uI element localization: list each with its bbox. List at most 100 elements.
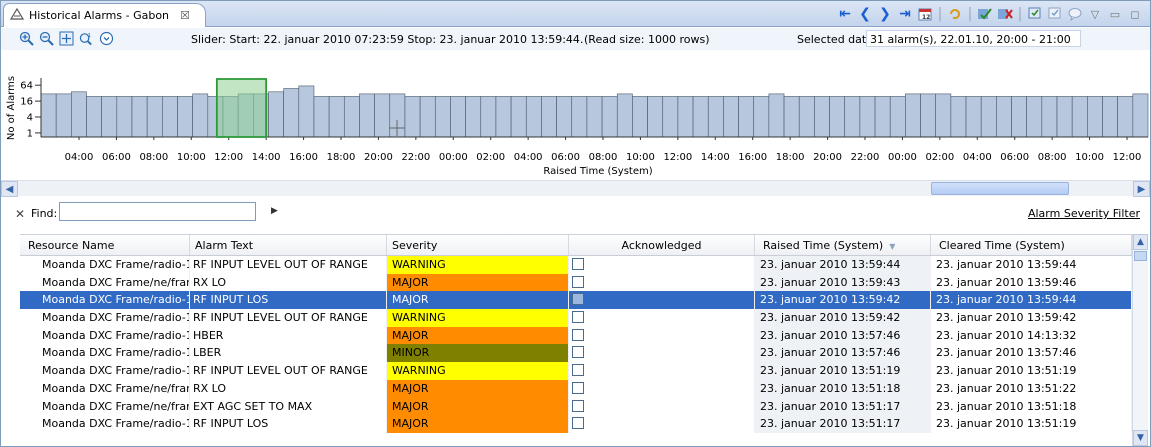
table-row[interactable]: Moanda DXC Frame/radio-1....RF INPUT LEV…: [20, 362, 1132, 380]
cell-acknowledged: [569, 397, 755, 416]
view-menu-icon[interactable]: ▽: [1086, 5, 1104, 23]
zoom-out-icon[interactable]: [39, 31, 54, 46]
comment-edit-icon[interactable]: [1046, 5, 1064, 23]
table-row[interactable]: Moanda DXC Frame/radio-1....RF INPUT LOS…: [20, 291, 1132, 310]
cell-alarm-text: RF INPUT LOS: [190, 291, 387, 310]
unacknowledge-icon[interactable]: [996, 5, 1014, 23]
close-tab-icon[interactable]: ☒: [180, 9, 190, 22]
alarm-severity-filter-link[interactable]: Alarm Severity Filter: [1028, 207, 1140, 220]
histogram-bar: [829, 96, 846, 138]
table-row[interactable]: Moanda DXC Frame/radio-1....RF INPUT LEV…: [20, 256, 1132, 274]
cell-resource-name: Moanda DXC Frame/radio-1....: [20, 291, 190, 310]
cell-severity: WARNING: [387, 362, 569, 380]
scroll-up-button[interactable]: ▲: [1133, 234, 1148, 250]
find-bar: ✕ Find: ▶ Alarm Severity Filter: [1, 198, 1150, 228]
histogram-bar: [328, 96, 345, 138]
close-find-icon[interactable]: ✕: [15, 207, 25, 221]
column-header-resource-name[interactable]: Resource Name: [20, 235, 190, 255]
acknowledged-checkbox[interactable]: [572, 311, 584, 324]
column-header-raised-time-label: Raised Time (System): [763, 239, 884, 252]
table-row[interactable]: Moanda DXC Frame/radio-1....LBERMINOR 23.…: [20, 344, 1132, 363]
table-row[interactable]: Moanda DXC Frame/ne/fram...EXT AGC SET T…: [20, 397, 1132, 416]
column-header-severity[interactable]: Severity: [387, 235, 569, 255]
acknowledged-checkbox[interactable]: [572, 346, 584, 359]
histogram-bar: [586, 96, 603, 138]
column-header-cleared-time[interactable]: Cleared Time (System): [931, 235, 1132, 255]
acknowledged-checkbox[interactable]: [572, 328, 584, 341]
scroll-right-button[interactable]: ▶: [1133, 181, 1150, 197]
column-header-acknowledged[interactable]: Acknowledged: [569, 235, 755, 255]
x-tick-label: 18:00: [776, 152, 805, 163]
cell-cleared-time: 23. januar 2010 14:13:32: [931, 326, 1132, 345]
table-row[interactable]: Moanda DXC Frame/radio-1....RF INPUT LOS…: [20, 415, 1132, 433]
histogram-bar: [1026, 96, 1043, 138]
cell-alarm-text: LBER: [190, 344, 387, 363]
sort-descending-icon: ▼: [889, 242, 896, 251]
histogram-bar: [1087, 96, 1103, 138]
zoom-fit-icon[interactable]: [59, 31, 74, 46]
acknowledged-checkbox[interactable]: [572, 275, 584, 288]
previous-icon[interactable]: ❮: [856, 5, 874, 23]
refresh-icon[interactable]: [946, 5, 964, 23]
scroll-thumb[interactable]: [931, 182, 1069, 195]
acknowledge-icon[interactable]: [976, 5, 994, 23]
histogram-bar: [1102, 96, 1118, 138]
table-row[interactable]: Moanda DXC Frame/radio-1....HBERMAJOR 23.…: [20, 326, 1132, 345]
cell-alarm-text: RF INPUT LEVEL OUT OF RANGE: [190, 362, 387, 380]
selected-data-field: 31 alarm(s), 22.01.10, 20:00 - 21:00: [866, 30, 1081, 47]
tab-historical-alarms[interactable]: Historical Alarms - Gabon ☒: [3, 3, 206, 27]
acknowledged-checkbox[interactable]: [572, 258, 584, 270]
histogram-bar: [1117, 96, 1134, 138]
histogram-bar: [131, 96, 148, 138]
minimize-icon[interactable]: ▭: [1106, 5, 1124, 23]
column-header-alarm-text[interactable]: Alarm Text: [190, 235, 387, 255]
column-header-raised-time[interactable]: Raised Time (System) ▼: [755, 235, 931, 255]
last-icon[interactable]: ⇥: [896, 5, 914, 23]
maximize-icon[interactable]: ◻: [1126, 5, 1144, 23]
table-row[interactable]: Moanda DXC Frame/radio-1....RF INPUT LEV…: [20, 309, 1132, 327]
tab-title: Historical Alarms - Gabon: [29, 9, 170, 22]
histogram-bar: [677, 96, 694, 138]
cell-cleared-time: 23. januar 2010 13:51:22: [931, 379, 1132, 398]
historical-alarms-view: Historical Alarms - Gabon ☒ ⇤ ❮ ❯ ⇥ 12 |…: [0, 0, 1151, 447]
balloon-icon[interactable]: [1066, 5, 1084, 23]
zoom-in-icon[interactable]: [19, 31, 34, 46]
table-row[interactable]: Moanda DXC Frame/ne/fram...RX LOMAJOR 23.…: [20, 379, 1132, 398]
chart-horizontal-scrollbar[interactable]: ◀ ▶: [1, 180, 1150, 197]
table-scroll-thumb[interactable]: [1134, 251, 1147, 261]
histogram-bar: [86, 96, 102, 138]
cell-raised-time: 23. januar 2010 13:59:42: [755, 309, 931, 327]
table-vertical-scrollbar[interactable]: ▲ ▼: [1132, 234, 1148, 446]
chart-options-icon[interactable]: [99, 31, 114, 46]
calendar-icon[interactable]: 12: [916, 5, 934, 23]
find-next-icon[interactable]: ▶: [271, 206, 278, 216]
acknowledged-checkbox[interactable]: [572, 293, 584, 306]
table-row[interactable]: Moanda DXC Frame/ne/fram...RX LOMAJOR 23.…: [20, 273, 1132, 292]
acknowledged-checkbox[interactable]: [572, 381, 584, 394]
cell-raised-time: 23. januar 2010 13:51:17: [755, 397, 931, 416]
first-icon[interactable]: ⇤: [836, 5, 854, 23]
acknowledged-checkbox[interactable]: [572, 417, 584, 430]
histogram-bar: [480, 96, 497, 138]
acknowledged-checkbox[interactable]: [572, 364, 584, 377]
alarm-bell-icon: [9, 7, 25, 23]
histogram-bar: [738, 96, 755, 138]
zoom-reset-icon[interactable]: 1: [79, 31, 94, 46]
comment-icon[interactable]: [1026, 5, 1044, 23]
histogram-svg[interactable]: No of Alarms 64 16 4 1 04:00 06:00 08:00 10:00 12…: [1, 50, 1150, 178]
scroll-down-button[interactable]: ▼: [1133, 430, 1148, 446]
x-tick-label: 10:00: [1075, 152, 1104, 163]
histogram-bar: [692, 96, 709, 138]
cell-alarm-text: RF INPUT LEVEL OUT OF RANGE: [190, 309, 387, 327]
histogram-bar: [935, 93, 952, 138]
cell-resource-name: Moanda DXC Frame/radio-1....: [20, 344, 190, 363]
alarm-histogram[interactable]: No of Alarms 64 16 4 1 04:00 06:00 08:00 10:00 12…: [1, 50, 1150, 178]
acknowledged-checkbox[interactable]: [572, 399, 584, 412]
histogram-bar: [965, 96, 982, 138]
x-tick-label: 04:00: [963, 152, 992, 163]
histogram-bar: [374, 93, 391, 138]
next-icon[interactable]: ❯: [876, 5, 894, 23]
histogram-bar: [601, 96, 618, 138]
scroll-left-button[interactable]: ◀: [1, 181, 18, 197]
find-input[interactable]: [59, 202, 256, 221]
